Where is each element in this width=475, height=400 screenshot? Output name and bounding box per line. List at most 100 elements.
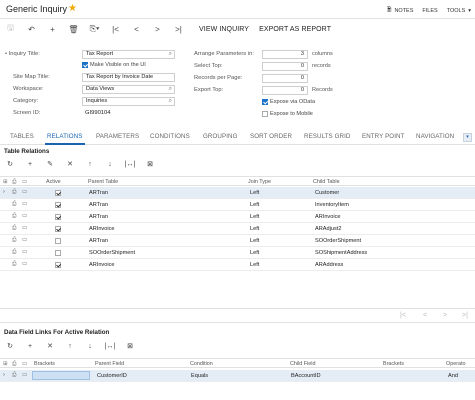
note-icon[interactable]: ▭ (22, 213, 27, 219)
tab-navigation[interactable]: NAVIGATION (416, 133, 454, 140)
inquiry-title-field[interactable]: Tax Report ⌕ (82, 50, 175, 59)
note-icon[interactable]: ▭ (22, 237, 27, 243)
parent-table-cell[interactable]: ARTran (89, 214, 108, 220)
copy-paste-icon[interactable]: ⎘▾ (84, 24, 105, 34)
checkbox-box[interactable] (262, 111, 268, 117)
move-up-icon[interactable]: ↑ (60, 343, 80, 350)
pager-last-icon[interactable]: >| (462, 312, 468, 319)
add-icon[interactable]: + (42, 25, 63, 34)
column-settings-icon[interactable]: ⊞ (3, 179, 8, 185)
column-settings-icon[interactable]: ⊞ (3, 361, 8, 367)
column-active[interactable]: Active (46, 179, 61, 185)
attachment-icon[interactable]: ⎙ (12, 237, 16, 244)
arrange-parameters-field[interactable]: 3 (262, 50, 308, 59)
note-icon[interactable]: ▭ (22, 189, 27, 195)
column-brackets-open[interactable]: Brackets (34, 361, 55, 367)
export-excel-icon[interactable]: ⊠ (120, 342, 140, 350)
delete-row-icon[interactable]: ✕ (60, 160, 80, 168)
parent-table-cell[interactable]: ARTran (89, 202, 108, 208)
join-type-cell[interactable]: Left (250, 250, 259, 256)
next-record-icon[interactable]: > (147, 25, 168, 34)
search-icon[interactable]: ⌕ (169, 51, 172, 58)
records-per-page-field[interactable]: 0 (262, 74, 308, 83)
table-row[interactable]: › ⎙ ▭ ARTran Left Customer (0, 187, 475, 199)
attachment-icon[interactable]: ⎙ (12, 261, 16, 268)
workspace-field[interactable]: Data Views ⌕ (82, 85, 175, 94)
column-brackets-close[interactable]: Brackets (383, 361, 404, 367)
column-join-type[interactable]: Join Type (248, 179, 271, 185)
tab-sort-order[interactable]: SORT ORDER (250, 133, 292, 140)
join-type-cell[interactable]: Left (250, 214, 259, 220)
checkbox-box[interactable] (262, 99, 268, 105)
note-icon[interactable]: ▭ (22, 201, 27, 207)
notes-button[interactable]: 🗎 NOTES (387, 6, 413, 15)
favorite-star-icon[interactable]: ★ (68, 3, 77, 14)
table-row[interactable]: ⎙ ▭ ARInvoice Left ARAdjust2 (0, 223, 475, 235)
child-table-cell[interactable]: Customer (315, 190, 339, 196)
child-field-cell[interactable]: BAccountID (291, 373, 321, 379)
attachment-icon[interactable]: ⎙ (12, 249, 16, 256)
column-child-field[interactable]: Child Field (290, 361, 315, 367)
tab-conditions[interactable]: CONDITIONS (150, 133, 190, 140)
attachment-icon[interactable]: ⎙ (12, 189, 16, 196)
move-up-icon[interactable]: ↑ (80, 161, 100, 168)
attachment-icon[interactable]: ⎙ (12, 213, 16, 220)
checkbox-box[interactable] (82, 62, 88, 68)
tab-grouping[interactable]: GROUPING (203, 133, 238, 140)
active-checkbox[interactable] (55, 214, 61, 220)
tab-results-grid[interactable]: RESULTS GRID (304, 133, 350, 140)
expose-odata-checkbox[interactable]: Expose via OData (262, 99, 315, 105)
note-icon[interactable]: ▭ (22, 261, 27, 267)
join-type-cell[interactable]: Left (250, 262, 259, 268)
parent-table-cell[interactable]: SOOrderShipment (89, 250, 135, 256)
site-map-title-field[interactable]: Tax Report by Invoice Date (82, 73, 175, 82)
column-parent-table[interactable]: Parent Table (88, 179, 118, 185)
parent-table-cell[interactable]: ARInvoice (89, 262, 115, 268)
tab-entry-point[interactable]: ENTRY POINT (362, 133, 404, 140)
pager-previous-icon[interactable]: < (423, 312, 427, 319)
operator-cell[interactable]: And (448, 373, 458, 379)
edit-icon[interactable]: ✎ (40, 160, 60, 168)
previous-record-icon[interactable]: < (126, 25, 147, 34)
column-parent-field[interactable]: Parent Field (95, 361, 124, 367)
save-icon[interactable]: 🖫 (0, 22, 21, 36)
category-field[interactable]: Inquiries ⌕ (82, 97, 175, 106)
active-checkbox[interactable] (55, 262, 61, 268)
parent-table-cell[interactable]: ARTran (89, 238, 108, 244)
make-visible-checkbox[interactable]: Make Visible on the UI (82, 62, 146, 68)
fit-columns-icon[interactable]: |↔| (120, 161, 140, 168)
export-excel-icon[interactable]: ⊠ (140, 160, 160, 168)
brackets-open-cell[interactable] (32, 371, 90, 380)
select-top-field[interactable]: 0 (262, 62, 308, 71)
column-child-table[interactable]: Child Table (313, 179, 340, 185)
first-record-icon[interactable]: |< (105, 25, 126, 34)
column-operator[interactable]: Operato (446, 361, 465, 367)
search-icon[interactable]: ⌕ (169, 86, 172, 93)
table-row[interactable]: › ⎙ ▭ CustomerID Equals BAccountID And (0, 370, 475, 382)
export-top-field[interactable]: 0 (262, 86, 308, 95)
note-icon[interactable]: ▭ (22, 372, 27, 378)
condition-cell[interactable]: Equals (191, 373, 208, 379)
join-type-cell[interactable]: Left (250, 202, 259, 208)
join-type-cell[interactable]: Left (250, 238, 259, 244)
table-row[interactable]: ⎙ ▭ ARTran Left ARInvoice (0, 211, 475, 223)
view-inquiry-button[interactable]: VIEW INQUIRY (199, 26, 249, 33)
child-table-cell[interactable]: InventoryItem (315, 202, 349, 208)
pager-first-icon[interactable]: |< (400, 312, 406, 319)
delete-row-icon[interactable]: ✕ (40, 342, 60, 350)
fit-columns-icon[interactable]: |↔| (100, 343, 120, 350)
move-down-icon[interactable]: ↓ (80, 343, 100, 350)
active-checkbox[interactable] (55, 238, 61, 244)
add-row-icon[interactable]: + (20, 343, 40, 350)
search-icon[interactable]: ⌕ (169, 98, 172, 105)
join-type-cell[interactable]: Left (250, 226, 259, 232)
undo-icon[interactable]: ↶ (21, 25, 42, 34)
join-type-cell[interactable]: Left (250, 190, 259, 196)
table-row[interactable]: ⎙ ▭ ARTran Left SOOrderShipment (0, 235, 475, 247)
parent-table-cell[interactable]: ARTran (89, 190, 108, 196)
tab-relations[interactable]: RELATIONS (47, 133, 83, 140)
attachment-icon[interactable]: ⎙ (12, 201, 16, 208)
child-table-cell[interactable]: ARInvoice (315, 214, 341, 220)
last-record-icon[interactable]: >| (168, 25, 189, 34)
tools-button[interactable]: TOOLS ▾ (447, 6, 471, 15)
